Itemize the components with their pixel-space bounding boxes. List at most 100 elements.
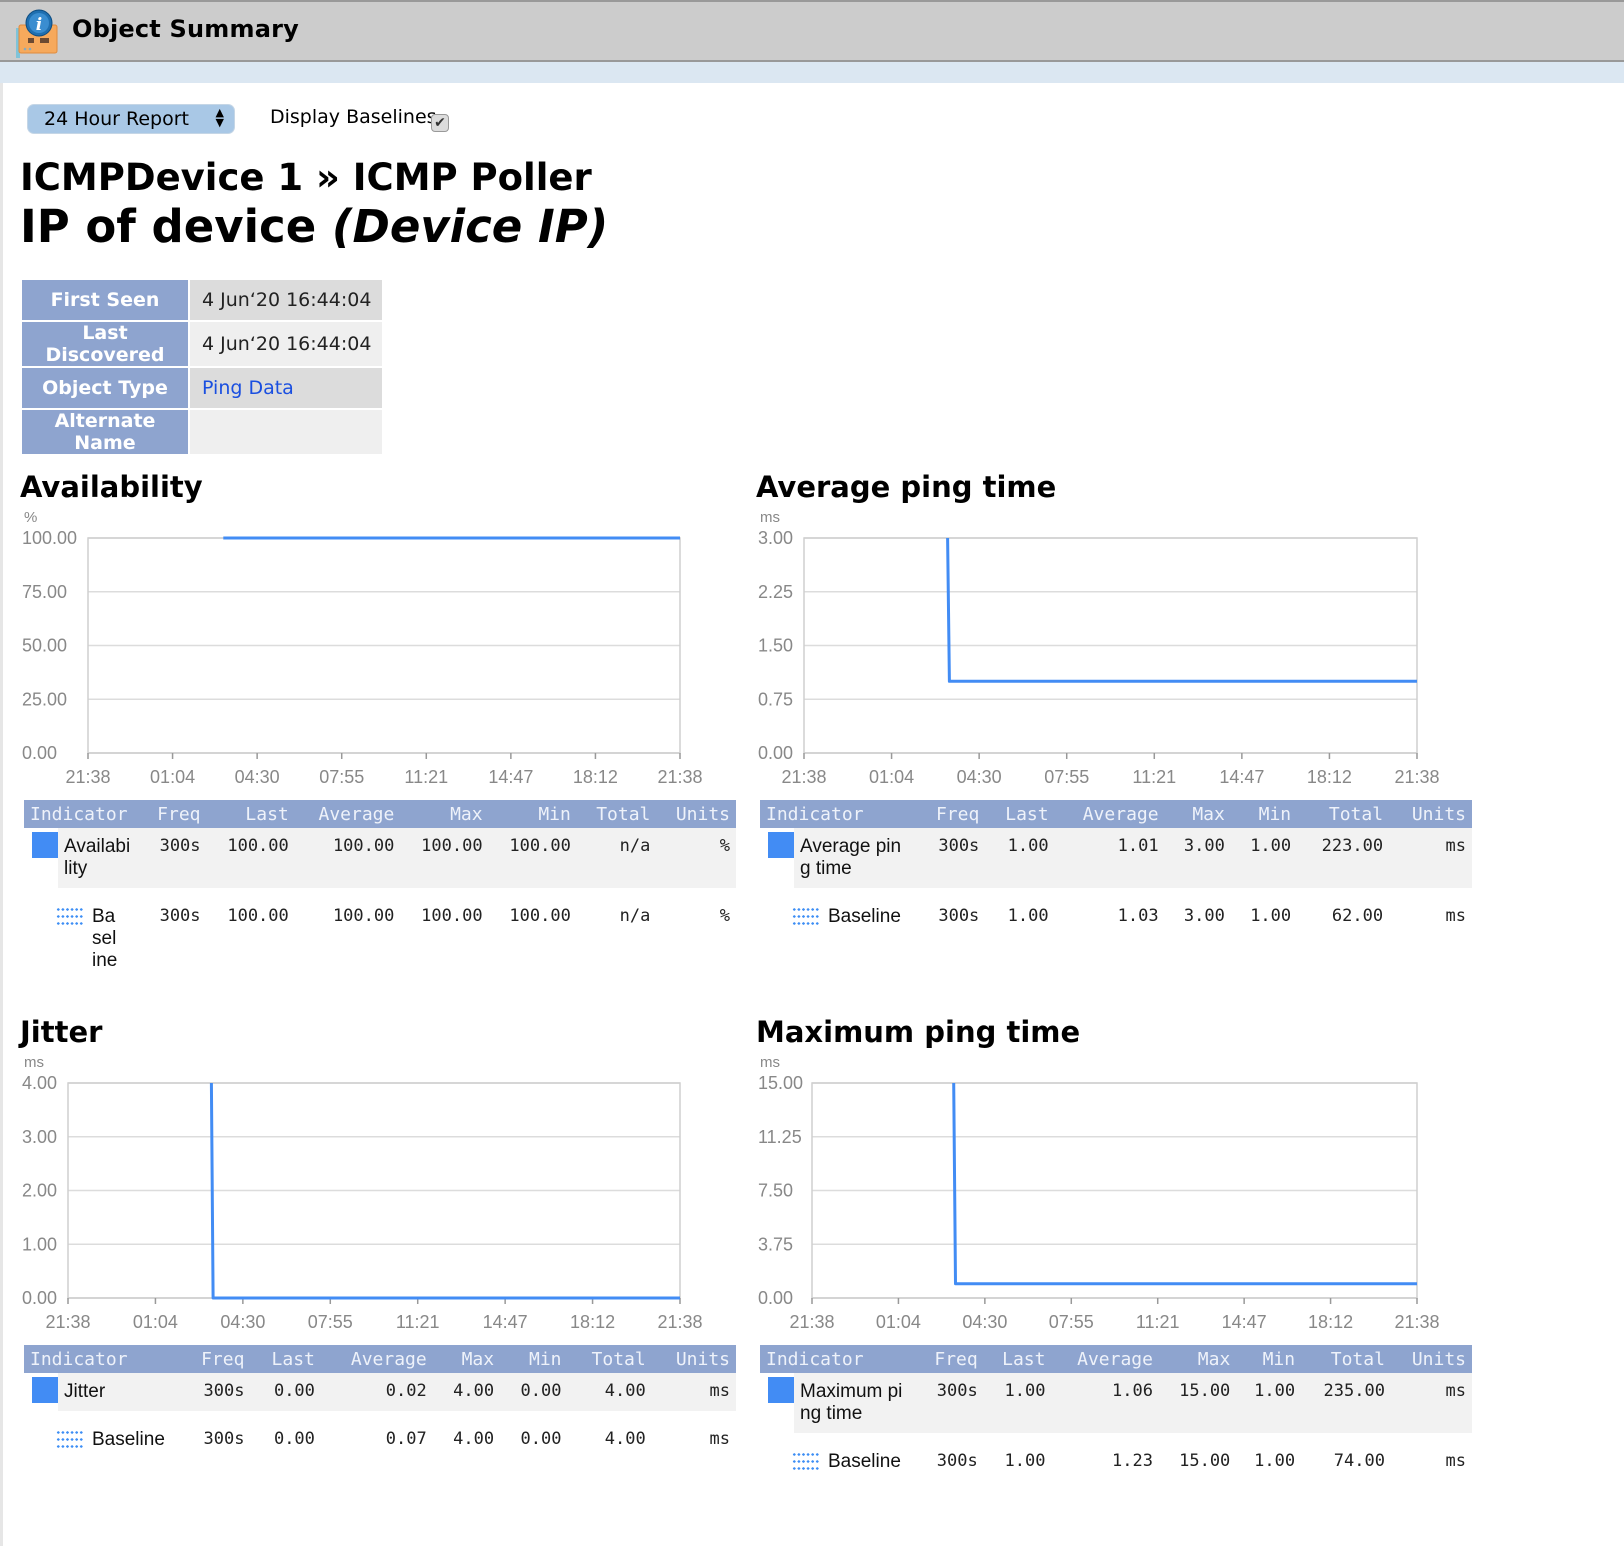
x-tick-label: 14:47 bbox=[483, 1312, 528, 1332]
stat-last: 0.00 bbox=[250, 1373, 321, 1411]
x-tick-label: 01:04 bbox=[876, 1312, 921, 1332]
column-header-average: Average bbox=[320, 1345, 433, 1373]
x-tick-label: 21:38 bbox=[1394, 1312, 1439, 1332]
stat-last: 100.00 bbox=[206, 828, 295, 888]
x-tick-label: 04:30 bbox=[962, 1312, 1007, 1332]
stat-freq: 300s bbox=[916, 1373, 984, 1433]
baseline-indicator-cell: Baseline bbox=[24, 888, 140, 980]
stat-total: 4.00 bbox=[604, 1429, 646, 1449]
display-baselines-checkbox[interactable]: ✔ bbox=[431, 114, 449, 132]
x-tick-label: 18:12 bbox=[573, 767, 618, 787]
indicator-name: Baseline bbox=[92, 1429, 165, 1450]
stat-total: 62.00 bbox=[1331, 906, 1384, 926]
stats-table: Indicator Freq Last Average Max Min Total Units… bbox=[24, 1345, 736, 1459]
column-header-freq: Freq bbox=[180, 1345, 251, 1373]
stat-freq: 300s bbox=[140, 828, 207, 888]
y-tick-label: 50.00 bbox=[22, 636, 67, 656]
stats-table: Indicator Freq Last Average Max Min Total Units… bbox=[760, 800, 1472, 936]
y-tick-label: 3.75 bbox=[758, 1234, 793, 1254]
title-bar: i Object Summary bbox=[0, 0, 1624, 62]
property-label: Last Discovered bbox=[22, 322, 188, 366]
column-header-max: Max bbox=[400, 800, 489, 828]
property-row: Last Discovered 4 Jun‘20 16:44:04 bbox=[22, 322, 382, 366]
stat-last: 1.00 bbox=[983, 1373, 1052, 1433]
y-tick-label: 2.00 bbox=[22, 1181, 57, 1201]
chart-plot: ms 0.00 3.75 7.50 11.25 15.00 21:38 01:04 04:30 0… bbox=[758, 1054, 1440, 1332]
stats-table: Indicator Freq Last Average Max Min Total Units… bbox=[760, 1345, 1472, 1481]
indicator-name: Average ping time bbox=[794, 828, 916, 888]
column-header-average: Average bbox=[294, 800, 401, 828]
stats-header-row: Indicator Freq Last Average Max Min Total Units bbox=[24, 1345, 736, 1373]
report-period-select[interactable]: 24 Hour Report ▲ ▼ bbox=[27, 104, 235, 134]
column-header-max: Max bbox=[1164, 800, 1231, 828]
stat-min: 1.00 bbox=[1254, 1451, 1296, 1471]
stat-units: ms bbox=[709, 1429, 730, 1449]
y-axis-unit-label: ms bbox=[760, 1054, 780, 1071]
window-title: Object Summary bbox=[72, 15, 300, 43]
dotted-baseline-swatch-icon bbox=[792, 906, 820, 928]
stat-units: ms bbox=[1445, 1451, 1466, 1471]
x-tick-label: 18:12 bbox=[570, 1312, 615, 1332]
stat-units: ms bbox=[651, 1373, 736, 1411]
column-header-min: Min bbox=[500, 1345, 568, 1373]
chart-plot: % 0.00 25.00 50.00 75.00 100.00 21:38 01:04 04:3… bbox=[22, 509, 703, 787]
stat-last: 0.00 bbox=[273, 1429, 315, 1449]
property-label: Alternate Name bbox=[22, 410, 188, 454]
display-baselines-label: Display Baselines bbox=[270, 106, 437, 128]
stat-average: 1.06 bbox=[1051, 1373, 1159, 1433]
y-axis-unit-label: ms bbox=[760, 509, 780, 526]
stat-last: 1.00 bbox=[1007, 906, 1049, 926]
stat-units: % bbox=[656, 828, 736, 888]
x-tick-label: 21:38 bbox=[45, 1312, 90, 1332]
y-tick-label: 3.00 bbox=[22, 1127, 57, 1147]
updown-arrows-icon: ▲ ▼ bbox=[215, 106, 224, 129]
svg-text:i: i bbox=[36, 15, 42, 35]
y-tick-label: 0.00 bbox=[22, 743, 57, 763]
column-header-freq: Freq bbox=[916, 800, 986, 828]
property-row: Alternate Name bbox=[22, 410, 382, 454]
indicator-name: Baseline bbox=[828, 1451, 901, 1472]
stat-min: 1.00 bbox=[1236, 1373, 1302, 1433]
stat-max: 3.00 bbox=[1164, 828, 1231, 888]
column-header-indicator: Indicator bbox=[760, 800, 916, 828]
column-header-average: Average bbox=[1051, 1345, 1159, 1373]
column-header-freq: Freq bbox=[916, 1345, 984, 1373]
maximum-ping-time-series-line bbox=[952, 1082, 1417, 1286]
column-header-max: Max bbox=[1158, 1345, 1237, 1373]
stats-table: Indicator Freq Last Average Max Min Total Units… bbox=[24, 800, 736, 980]
stat-freq: 300s bbox=[159, 906, 201, 926]
y-tick-label: 3.00 bbox=[758, 528, 793, 548]
stat-average: 1.01 bbox=[1054, 828, 1165, 888]
y-tick-label: 0.75 bbox=[758, 689, 793, 709]
stat-min: 100.00 bbox=[488, 828, 577, 888]
indicator-name: Baseline bbox=[92, 906, 118, 971]
column-header-total: Total bbox=[1297, 800, 1390, 828]
y-tick-label: 15.00 bbox=[758, 1073, 803, 1093]
series-row: Availability 300s 100.00 100.00 100.00 100.00… bbox=[24, 828, 736, 888]
y-tick-label: 0.00 bbox=[22, 1288, 57, 1308]
property-row: First Seen 4 Jun‘20 16:44:04 bbox=[22, 280, 382, 320]
property-label: Object Type bbox=[22, 368, 188, 408]
x-tick-label: 21:38 bbox=[657, 767, 702, 787]
y-tick-label: 1.50 bbox=[758, 636, 793, 656]
column-header-indicator: Indicator bbox=[760, 1345, 916, 1373]
page-title-main: IP of device bbox=[20, 200, 332, 253]
object-info-icon: i bbox=[16, 9, 58, 58]
stat-units: ms bbox=[1390, 1373, 1472, 1433]
stat-min: 1.00 bbox=[1230, 828, 1298, 888]
baseline-indicator-cell: Baseline bbox=[760, 888, 916, 936]
property-label: First Seen bbox=[22, 280, 188, 320]
baseline-row: Baseline 300s 1.00 1.23 15.00 1.00 74.00 ms bbox=[760, 1433, 1472, 1481]
column-header-last: Last bbox=[985, 800, 1055, 828]
stat-max: 15.00 bbox=[1179, 1451, 1231, 1471]
y-tick-label: 11.25 bbox=[758, 1127, 802, 1147]
stat-average: 0.07 bbox=[385, 1429, 427, 1449]
chart-title: Maximum ping time bbox=[756, 1015, 1081, 1049]
x-tick-label: 21:38 bbox=[789, 1312, 834, 1332]
stat-freq: 300s bbox=[938, 906, 980, 926]
object-type-link[interactable]: Ping Data bbox=[202, 377, 294, 399]
column-header-freq: Freq bbox=[140, 800, 207, 828]
dotted-baseline-swatch-icon bbox=[792, 1451, 820, 1473]
stat-total: 235.00 bbox=[1301, 1373, 1391, 1433]
column-header-min: Min bbox=[488, 800, 577, 828]
